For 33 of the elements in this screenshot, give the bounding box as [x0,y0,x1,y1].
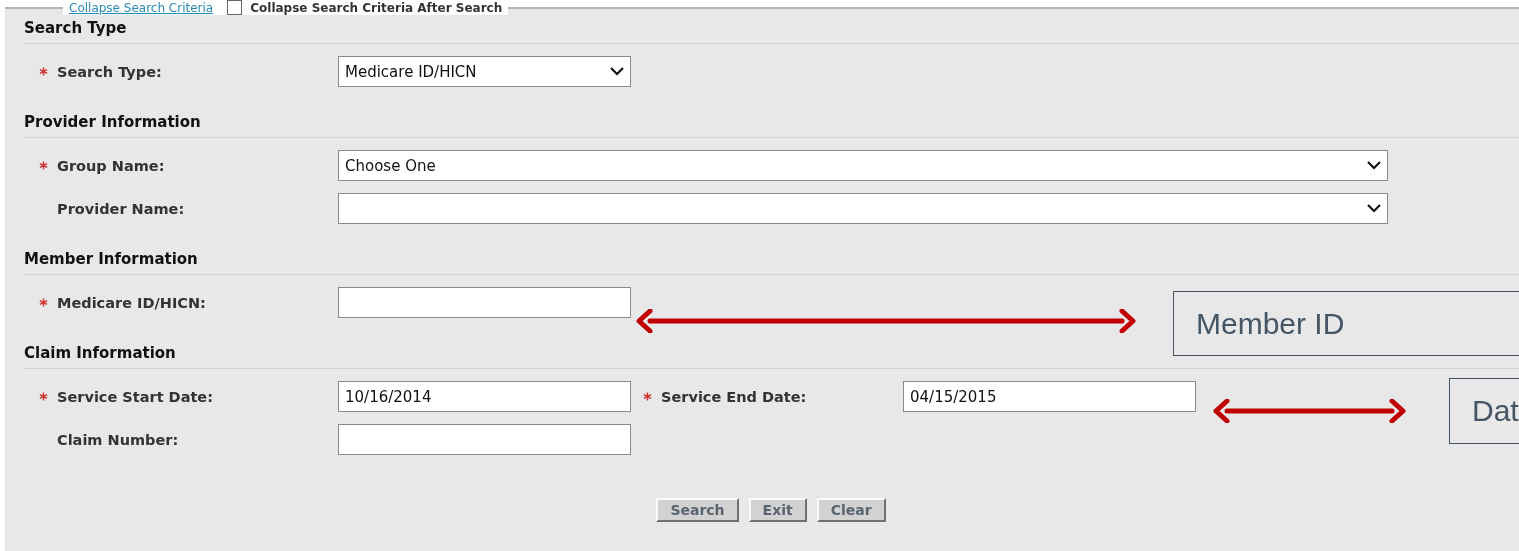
field-label: Provider Name: [57,200,185,217]
input-field[interactable] [338,424,631,455]
dropdown[interactable]: Medicare ID/HICN [338,56,631,87]
action-button[interactable]: Exit [748,498,807,522]
asterisk-icon [643,392,652,401]
collapse-search-criteria-link[interactable]: Collapse Search Criteria [69,0,214,15]
action-button[interactable]: Clear [816,498,886,522]
checkbox-label: Collapse Search Criteria After Search [250,0,503,15]
input-field[interactable]: 10/16/2014 [338,381,631,412]
field-label: Service End Date: [661,388,807,405]
section-header: Search Type [23,15,1519,44]
chevron-down-icon [1367,204,1381,213]
input-field[interactable] [338,287,631,318]
field-label: Search Type: [57,63,162,80]
section-header: Provider Information [23,109,1519,138]
section-header: Member Information [23,246,1519,275]
chevron-down-icon [1367,161,1381,170]
callout-box: Member ID [1173,291,1519,356]
field-label: Group Name: [57,157,165,174]
asterisk-icon [39,67,48,76]
checkbox[interactable] [227,0,243,15]
action-button[interactable]: Search [656,498,739,522]
dropdown[interactable]: Choose One [338,150,1388,181]
field-label: Medicare ID/HICN: [57,294,206,311]
field-label: Service Start Date: [57,388,213,405]
chevron-down-icon [610,67,624,76]
callout-box: Dat [1449,378,1519,444]
dropdown[interactable] [338,193,1388,224]
asterisk-icon [39,298,48,307]
field-label: Claim Number: [57,431,179,448]
asterisk-icon [39,161,48,170]
asterisk-icon [39,392,48,401]
input-field[interactable]: 04/15/2015 [903,381,1196,412]
